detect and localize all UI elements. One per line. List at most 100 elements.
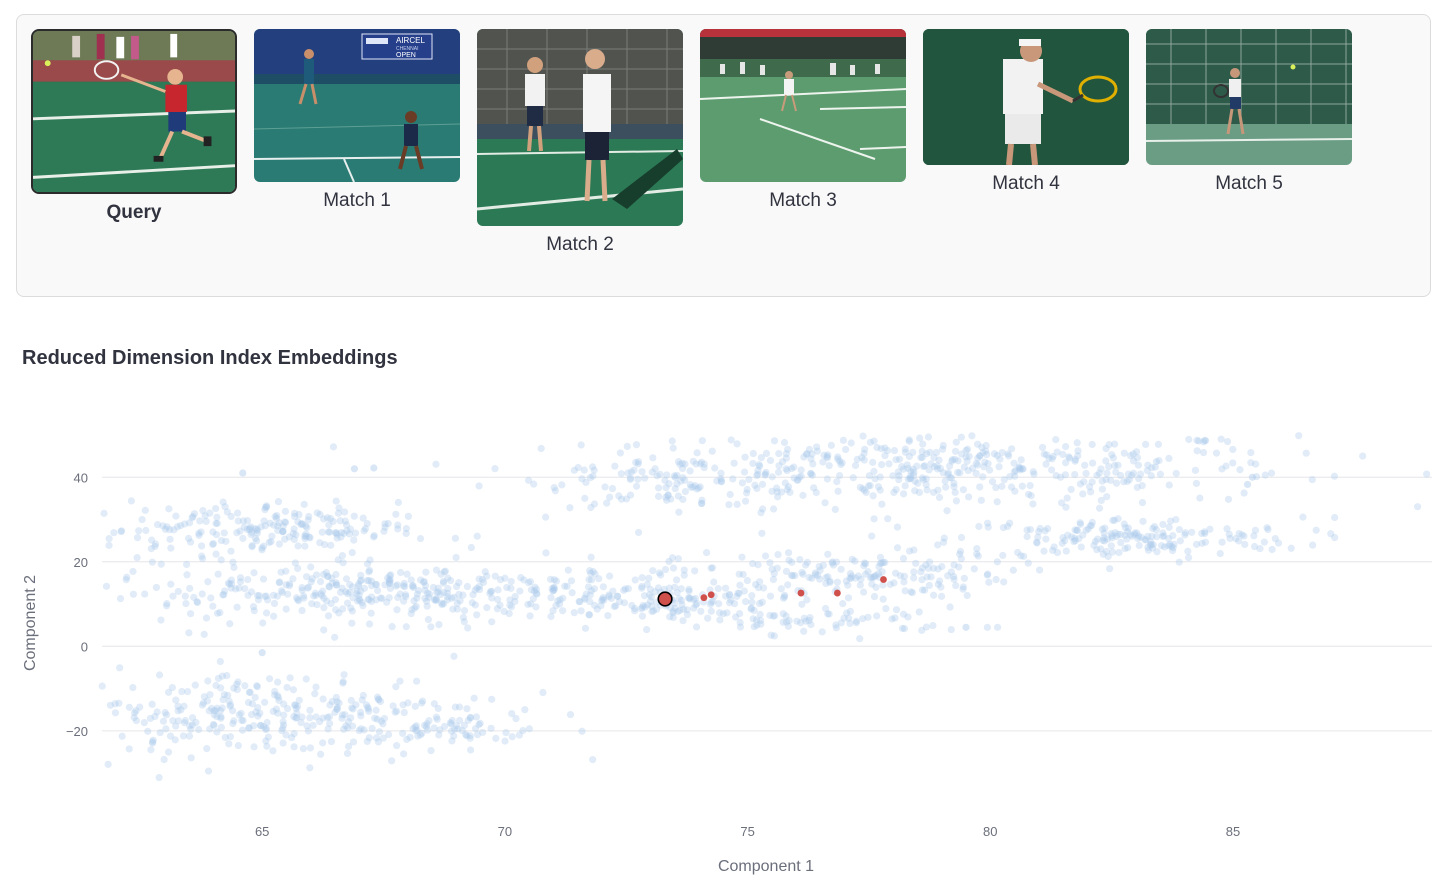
index-point — [323, 713, 331, 721]
index-point — [564, 566, 572, 574]
index-point — [467, 746, 475, 754]
index-point — [821, 499, 829, 507]
gallery-tile-query[interactable]: Query — [31, 29, 237, 224]
index-point — [1120, 449, 1128, 457]
index-point — [350, 536, 358, 544]
embeddings-scatter-plot[interactable]: −20 0 20 40 65 70 75 80 85 Component 1 Component… — [0, 380, 1447, 880]
match-2-image[interactable] — [477, 29, 683, 226]
index-point — [196, 517, 204, 525]
index-point — [586, 474, 595, 482]
index-point — [711, 464, 719, 472]
index-point — [424, 726, 432, 734]
query-marker[interactable] — [657, 591, 673, 607]
index-point — [1229, 459, 1237, 467]
index-point — [409, 582, 417, 590]
index-point — [585, 611, 593, 619]
index-point — [1308, 475, 1316, 484]
match-point[interactable] — [707, 591, 715, 599]
index-point — [1024, 559, 1032, 567]
index-point — [800, 627, 808, 635]
gallery-tile-match-3[interactable]: Match 3 — [700, 29, 906, 212]
match-5-image[interactable] — [1146, 29, 1352, 165]
index-point — [587, 503, 595, 512]
index-point — [440, 722, 449, 730]
index-point — [1111, 461, 1119, 470]
index-point — [549, 587, 557, 595]
index-point — [775, 449, 783, 458]
index-point — [1236, 466, 1244, 474]
index-point — [503, 583, 511, 592]
match-1-image[interactable]: AIRCEL CHENNAI OPEN — [254, 29, 460, 182]
match-point[interactable] — [880, 576, 887, 583]
index-point — [389, 702, 397, 710]
index-point — [364, 703, 372, 711]
index-point — [630, 466, 638, 474]
index-point — [663, 471, 671, 479]
index-point — [181, 592, 189, 600]
index-point — [929, 621, 937, 630]
index-point — [986, 466, 994, 474]
index-point — [768, 565, 776, 573]
query-image[interactable] — [31, 29, 237, 194]
index-point — [691, 567, 699, 575]
index-point — [1423, 470, 1431, 478]
index-point — [895, 476, 903, 484]
index-point — [1101, 524, 1109, 532]
index-point — [400, 750, 408, 758]
index-point — [227, 580, 236, 588]
index-point — [870, 515, 878, 523]
index-point — [809, 460, 817, 468]
index-point — [406, 733, 414, 741]
gallery-tile-match-5[interactable]: Match 5 — [1146, 29, 1352, 195]
index-point — [246, 524, 254, 533]
index-point — [470, 694, 478, 702]
index-point — [329, 443, 338, 451]
match-4-image[interactable] — [923, 29, 1129, 165]
index-point — [881, 451, 889, 460]
index-point — [721, 584, 730, 592]
index-point — [904, 464, 912, 472]
index-point — [779, 610, 787, 618]
index-point — [195, 529, 203, 537]
index-point — [757, 453, 765, 462]
index-point — [1165, 481, 1173, 489]
index-point — [105, 534, 113, 543]
index-point — [934, 565, 942, 573]
index-point — [925, 558, 934, 566]
gallery-tile-match-2[interactable]: Match 2 — [477, 29, 683, 256]
index-point — [679, 617, 687, 625]
match-point[interactable] — [797, 589, 805, 597]
gallery-tile-match-4[interactable]: Match 4 — [923, 29, 1129, 195]
index-point — [481, 568, 489, 576]
index-point — [312, 683, 320, 691]
index-point — [250, 569, 258, 577]
gallery-tile-match-1[interactable]: AIRCEL CHENNAI OPEN Match 1 — [254, 29, 460, 212]
index-point — [870, 592, 879, 601]
index-point — [455, 579, 463, 587]
index-point — [464, 624, 472, 632]
match-3-image[interactable] — [700, 29, 906, 182]
match-point[interactable] — [700, 594, 708, 602]
index-point — [263, 503, 271, 511]
index-point — [1116, 471, 1125, 480]
index-point — [1040, 547, 1048, 555]
index-point — [241, 682, 249, 690]
index-point — [1023, 526, 1031, 534]
index-point — [156, 728, 164, 737]
index-point — [1148, 544, 1157, 552]
index-point — [901, 587, 909, 595]
index-point — [999, 551, 1007, 560]
match-point[interactable] — [833, 589, 841, 597]
index-point — [291, 701, 300, 709]
index-point — [359, 514, 367, 522]
index-point — [1123, 477, 1131, 486]
y-tick-label: −20 — [66, 724, 88, 739]
index-point — [798, 568, 806, 576]
index-point — [1271, 534, 1279, 543]
index-point — [359, 691, 367, 700]
index-point — [213, 519, 221, 528]
index-point — [601, 483, 609, 491]
index-point — [756, 578, 764, 586]
index-point — [1192, 540, 1201, 548]
index-point — [1247, 448, 1255, 457]
